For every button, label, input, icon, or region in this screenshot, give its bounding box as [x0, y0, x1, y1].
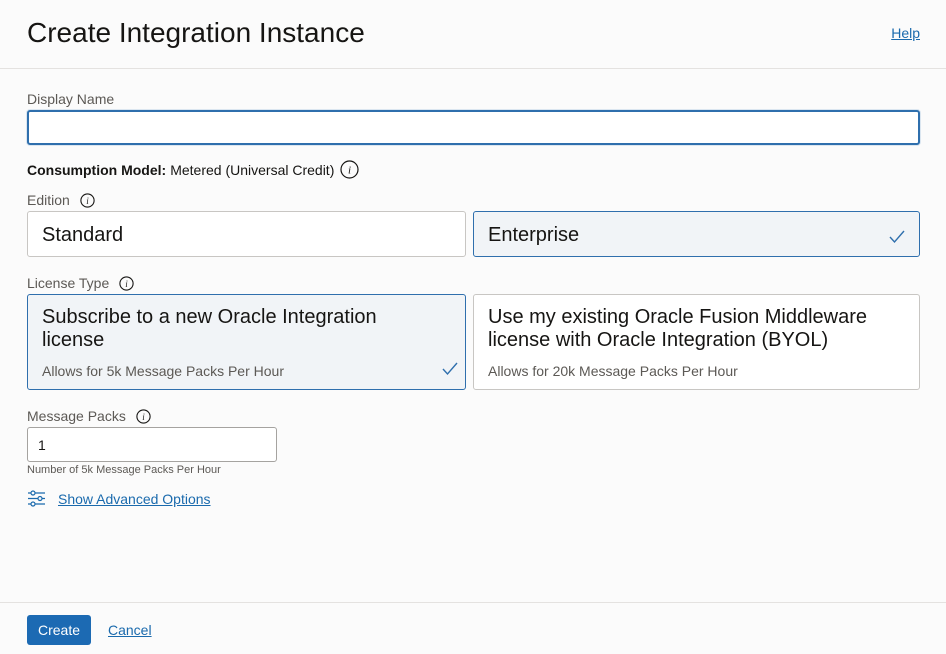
license-type-label-row: License Type i	[27, 275, 134, 291]
consumption-model: Consumption Model: Metered (Universal Cr…	[27, 160, 359, 179]
message-packs-helper: Number of 5k Message Packs Per Hour	[27, 464, 221, 476]
cancel-button[interactable]: Cancel	[108, 622, 152, 638]
message-packs-label-row: Message Packs i	[27, 408, 151, 424]
edition-label-row: Edition i	[27, 192, 95, 208]
consumption-model-value: Metered (Universal Credit)	[170, 161, 335, 178]
license-option-subtitle: Allows for 20k Message Packs Per Hour	[488, 363, 738, 379]
consumption-model-label: Consumption Model:	[27, 161, 167, 178]
svg-text:i: i	[348, 165, 351, 177]
edition-label: Edition	[27, 192, 70, 208]
sliders-icon	[28, 490, 45, 507]
show-advanced-options-link[interactable]: Show Advanced Options	[27, 490, 211, 507]
license-option-byol[interactable]: Use my existing Oracle Fusion Middleware…	[473, 294, 920, 390]
edition-option-standard[interactable]: Standard	[27, 211, 466, 257]
display-name-input[interactable]	[27, 110, 920, 145]
checkmark-icon	[889, 230, 905, 244]
license-type-label: License Type	[27, 275, 110, 291]
svg-text:i: i	[86, 196, 89, 206]
checkmark-icon	[442, 362, 458, 376]
edition-option-enterprise[interactable]: Enterprise	[473, 211, 920, 257]
svg-text:i: i	[142, 412, 145, 422]
license-option-subtitle: Allows for 5k Message Packs Per Hour	[42, 363, 284, 379]
display-name-label: Display Name	[27, 91, 115, 107]
info-icon[interactable]: i	[119, 275, 134, 291]
page-title: Create Integration Instance	[27, 17, 365, 48]
info-icon[interactable]: i	[80, 192, 95, 208]
create-button[interactable]: Create	[27, 615, 91, 645]
edition-option-label: Enterprise	[488, 224, 580, 246]
license-option-subscribe[interactable]: Subscribe to a new Oracle Integration li…	[27, 294, 466, 390]
edition-option-label: Standard	[42, 224, 124, 246]
svg-text:i: i	[125, 279, 128, 289]
info-icon[interactable]: i	[340, 160, 359, 179]
license-option-title: Use my existing Oracle Fusion Middleware…	[488, 306, 868, 351]
help-link[interactable]: Help	[891, 25, 920, 41]
info-icon[interactable]: i	[136, 408, 151, 424]
license-option-title: Subscribe to a new Oracle Integration li…	[42, 306, 377, 351]
show-advanced-options-label: Show Advanced Options	[58, 490, 211, 507]
dialog-footer: Create Cancel	[0, 602, 946, 654]
dialog-header: Create Integration Instance Help	[0, 0, 946, 69]
message-packs-input[interactable]	[27, 427, 277, 462]
message-packs-label: Message Packs	[27, 408, 126, 424]
